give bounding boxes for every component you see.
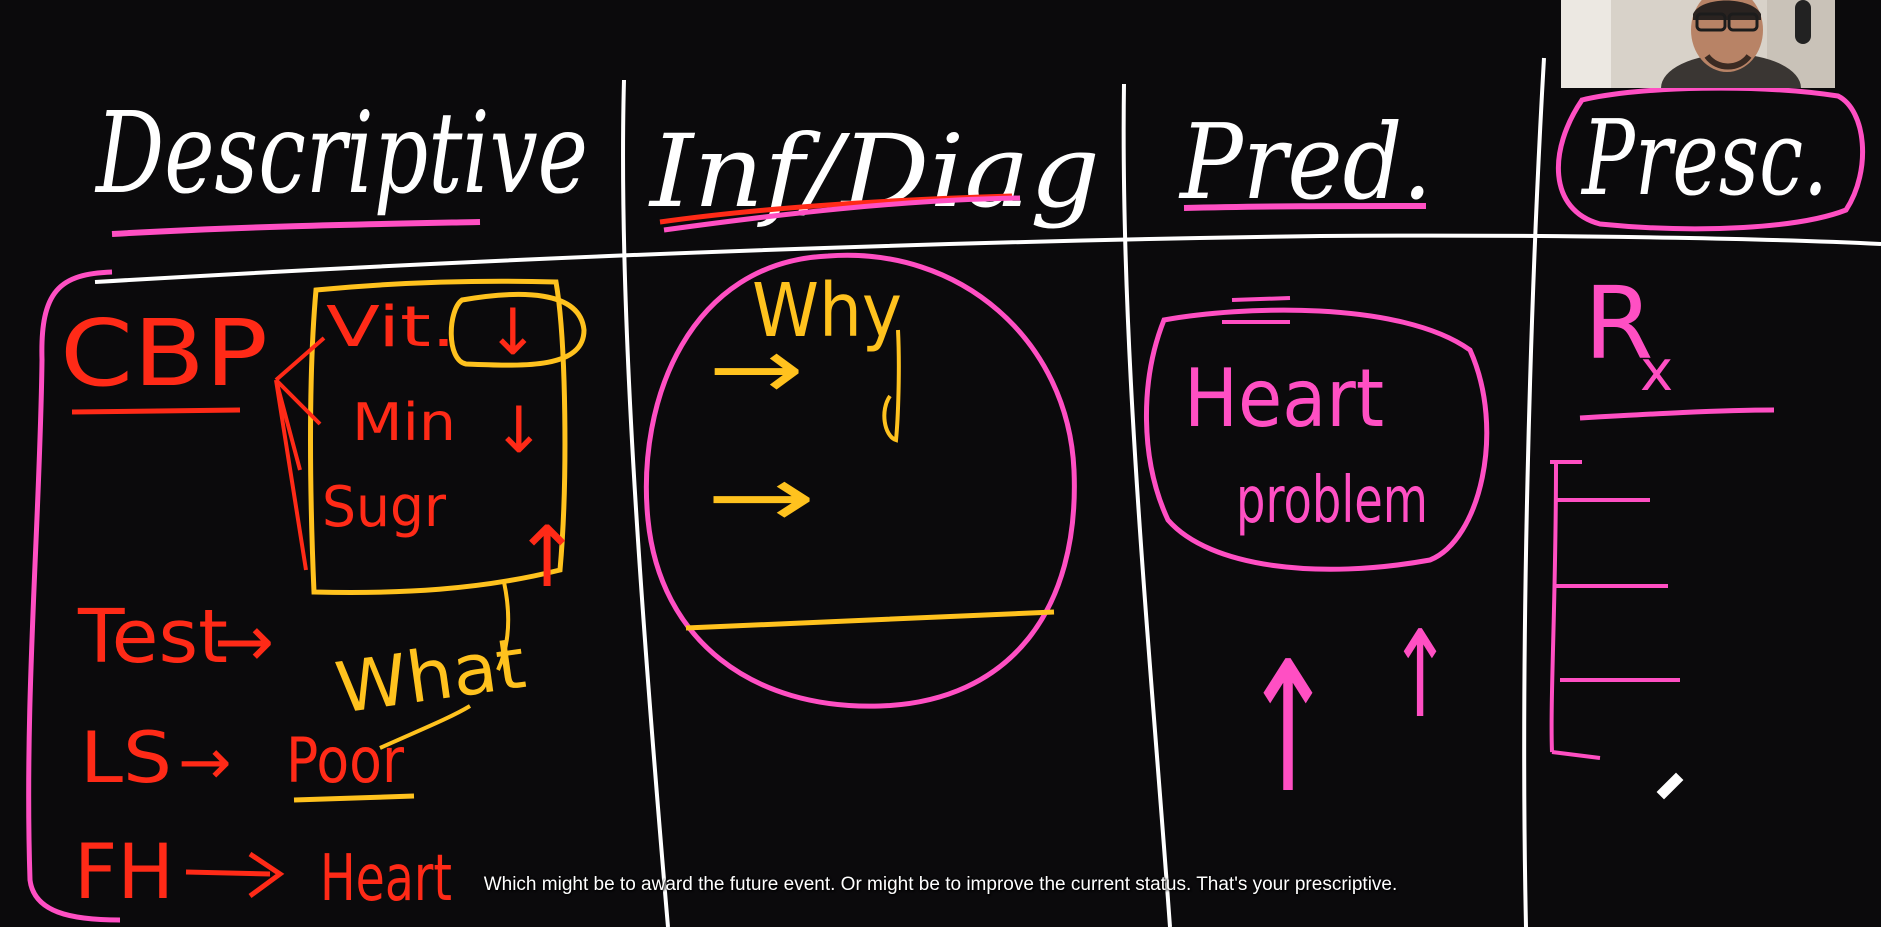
arrow-ls: → <box>178 726 232 800</box>
arrow-test: → <box>214 599 274 683</box>
underline-descriptive <box>111 219 481 237</box>
video-frame: Descriptive Inf/Diag Pred. Presc. CBP Vi… <box>0 0 1881 927</box>
arrow-down-min: ↓ <box>492 394 546 468</box>
webcam-overlay <box>1561 0 1835 88</box>
heading-presc: Presc. <box>1580 97 1828 219</box>
label-cbp: CBP <box>60 300 268 407</box>
arrow-diagnostic-2: → <box>706 448 816 546</box>
label-ls: LS <box>80 717 172 799</box>
prescription-list-bracket <box>1549 460 1601 760</box>
underline-cbp <box>71 407 241 415</box>
column-divider-3 <box>1522 57 1546 927</box>
arrow-up-pred-1: ↑ <box>1240 624 1336 833</box>
heading-inf-diag: Inf/Diag <box>648 113 1100 230</box>
label-fh: FH <box>74 827 174 916</box>
whiteboard-canvas: Descriptive Inf/Diag Pred. Presc. CBP Vi… <box>26 57 1881 927</box>
diagnostic-line <box>685 609 1055 631</box>
cbp-connector-arrows <box>274 336 326 571</box>
arrow-up-pred-2: ↑ <box>1388 606 1452 745</box>
arrow-down-vit: ↓ <box>486 296 540 370</box>
underline-pred <box>1183 203 1427 211</box>
heading-descriptive: Descriptive <box>94 89 588 219</box>
label-vit: Vit. <box>326 295 456 360</box>
label-problem-pred: problem <box>1236 464 1428 538</box>
pen-cursor-icon <box>1656 772 1684 800</box>
label-test: Test <box>77 594 228 680</box>
presenter-avatar-icon <box>1561 0 1835 88</box>
rx-underline <box>1579 407 1775 421</box>
arrow-up-sugar: ↑ <box>512 508 582 606</box>
subtitle-caption: Which might be to award the future event… <box>483 874 1398 895</box>
arrow-diagnostic-1: → <box>708 320 804 418</box>
label-what: What <box>331 622 531 730</box>
label-sugar: Sugr <box>322 475 447 540</box>
label-poor: Poor <box>286 724 404 797</box>
label-min: Min <box>352 393 456 453</box>
label-rx-sub: x <box>1640 339 1673 404</box>
label-heart-pred: Heart <box>1184 352 1384 445</box>
